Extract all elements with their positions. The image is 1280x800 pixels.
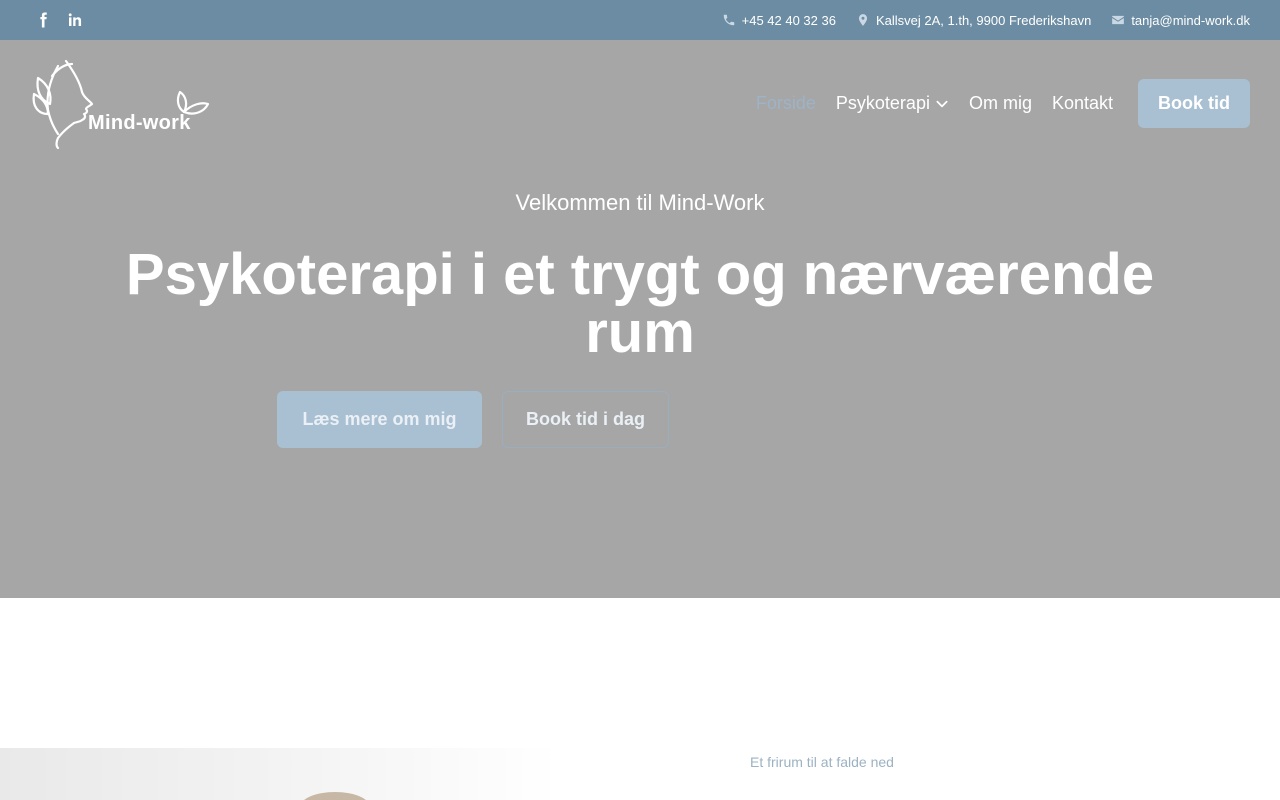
linkedin-link[interactable] — [66, 11, 84, 29]
logo-text: Mind-work — [88, 112, 191, 134]
nav-item-forside[interactable]: Forside — [756, 93, 816, 114]
hero-welcome: Velkommen til Mind-Work — [515, 190, 765, 215]
chevron-down-icon — [936, 100, 948, 107]
phone-icon — [723, 14, 734, 26]
site-logo[interactable]: Mind-work — [28, 58, 212, 150]
read-more-button[interactable]: Læs mere om mig — [277, 391, 482, 448]
phone-contact[interactable]: +45 42 40 32 36 — [722, 13, 836, 28]
phone-number: +45 42 40 32 36 — [741, 12, 836, 28]
map-pin-icon — [858, 14, 868, 26]
nav-item-psykoterapi[interactable]: Psykoterapi — [836, 93, 949, 114]
book-tid-button[interactable]: Book tid — [1138, 79, 1250, 128]
therapist-photo — [0, 748, 560, 800]
contact-info: +45 42 40 32 36 Kallsvej 2A, 1.th, 9900 … — [722, 0, 1250, 40]
facebook-icon — [40, 12, 47, 28]
book-today-button[interactable]: Book tid i dag — [502, 391, 669, 448]
hero-section: Mind-work Forside Psykoterapi Om mig Kon… — [0, 40, 1280, 598]
main-nav: Forside Psykoterapi Om mig Kontakt Book … — [756, 79, 1250, 128]
email-address: tanja@mind-work.dk — [1131, 12, 1250, 28]
envelope-icon — [1112, 15, 1125, 25]
address-contact[interactable]: Kallsvej 2A, 1.th, 9900 Frederikshavn — [856, 13, 1091, 28]
photo-head-shape — [300, 792, 370, 800]
top-bar: +45 42 40 32 36 Kallsvej 2A, 1.th, 9900 … — [0, 0, 1280, 40]
hero-headline: Psykoterapi i et trygt og nærværende rum — [125, 242, 1155, 365]
nav-item-kontakt[interactable]: Kontakt — [1052, 93, 1113, 114]
email-contact[interactable]: tanja@mind-work.dk — [1111, 13, 1250, 28]
logo-face-icon — [32, 59, 210, 150]
facebook-link[interactable] — [34, 11, 52, 29]
social-links — [34, 0, 84, 40]
linkedin-icon — [68, 13, 82, 26]
section-eyebrow: Et frirum til at falde ned — [750, 754, 894, 770]
address-text: Kallsvej 2A, 1.th, 9900 Frederikshavn — [875, 12, 1092, 28]
nav-item-psykoterapi-label: Psykoterapi — [835, 93, 930, 113]
nav-item-om-mig[interactable]: Om mig — [969, 93, 1032, 114]
